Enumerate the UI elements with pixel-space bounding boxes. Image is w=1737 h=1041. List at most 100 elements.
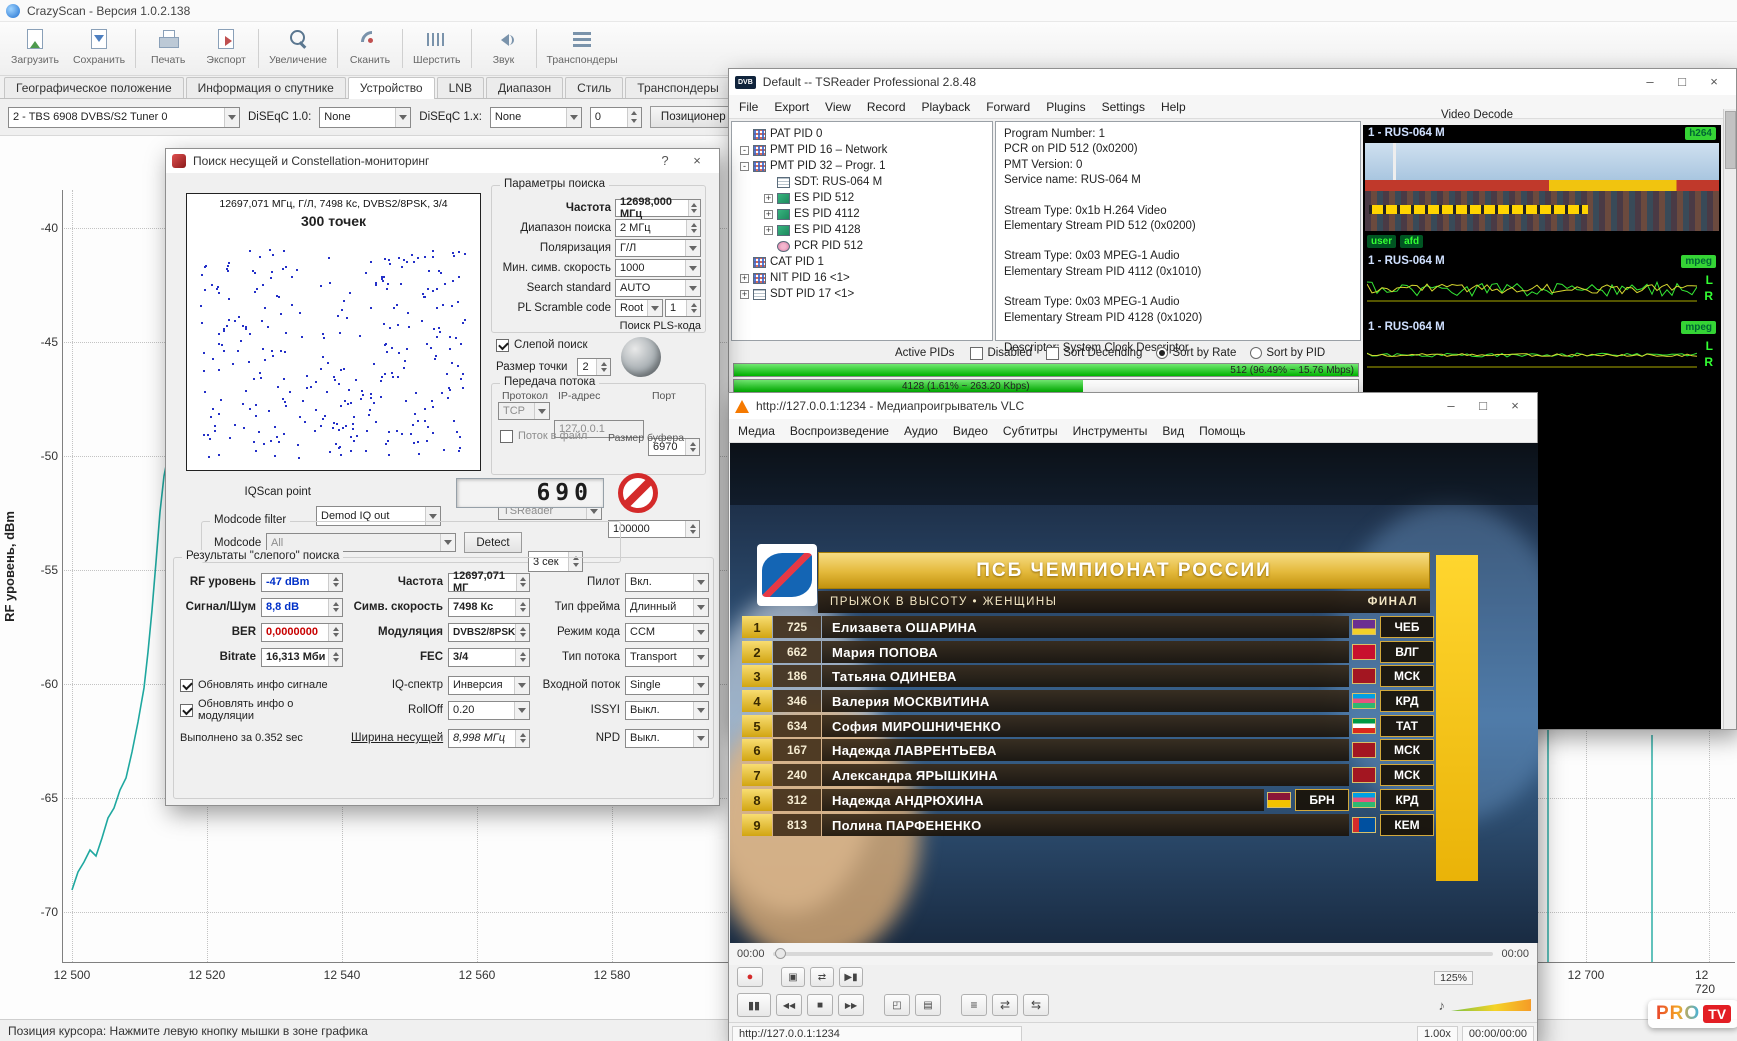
menu-settings[interactable]: Settings [1102, 100, 1145, 114]
tree-item[interactable]: -PMT PID 16 – Network [734, 142, 990, 158]
buffer-size-stepper[interactable]: 100000 [608, 520, 700, 538]
rolloff-select[interactable]: 0.20 [448, 701, 530, 720]
tab-transponders[interactable]: Транспондеры [625, 77, 730, 98]
toolbar-sound-button[interactable]: Звук [475, 23, 533, 74]
minimize-button[interactable]: – [1435, 394, 1467, 418]
dot-size-stepper[interactable]: 2 [577, 358, 611, 376]
frequency-stepper[interactable]: 12698,000 МГц [615, 199, 701, 217]
tree-item[interactable]: +SDT PID 17 <1> [734, 286, 990, 302]
next-button[interactable]: ▶▶ [838, 994, 864, 1016]
symbolrate-box[interactable]: 7498 Кс [448, 598, 530, 617]
frame-by-frame-button[interactable]: ▶▮ [839, 967, 863, 987]
loop-button[interactable]: ⇄ [992, 994, 1018, 1016]
npd-select[interactable]: Выкл. [625, 729, 709, 748]
update-signal-checkbox[interactable]: Обновлять инфо сигнале [180, 679, 343, 692]
menu-audio[interactable]: Аудио [904, 424, 938, 438]
snapshot-button[interactable]: ▣ [781, 967, 805, 987]
fullscreen-button[interactable]: ◰ [884, 994, 910, 1016]
minimize-button[interactable]: – [1634, 70, 1666, 94]
toolbar-load-button[interactable]: Загрузить [4, 23, 66, 74]
pls-code-stepper[interactable]: 1 [665, 299, 701, 317]
tab-range[interactable]: Диапазон [486, 77, 563, 98]
pls-mode-select[interactable]: Root [615, 299, 663, 317]
tab-geo-position[interactable]: Географическое положение [4, 77, 184, 98]
toolbar-comb-button[interactable]: Шерстить [406, 23, 468, 74]
menu-plugins[interactable]: Plugins [1046, 100, 1085, 114]
code-mode-select[interactable]: CCM [625, 623, 709, 642]
menu-view[interactable]: Вид [1162, 424, 1184, 438]
tree-item[interactable]: SDT: RUS-064 M [734, 174, 990, 190]
diseqc1x-select[interactable]: None [490, 107, 582, 128]
close-button[interactable]: × [681, 149, 713, 173]
tree-item[interactable]: +ES PID 512 [734, 190, 990, 206]
menu-video[interactable]: Видео [953, 424, 988, 438]
toolbar-export-button[interactable]: Экспорт [197, 23, 255, 74]
scrollbar-thumb[interactable] [1725, 111, 1736, 169]
frame-type-select[interactable]: Длинный [625, 598, 709, 617]
input-stream-select[interactable]: Single [625, 676, 709, 695]
disabled-checkbox[interactable]: Disabled [970, 347, 1032, 360]
menu-help[interactable]: Help [1161, 100, 1186, 114]
position-stepper[interactable]: 0 [590, 107, 642, 128]
expand-icon[interactable]: + [764, 226, 773, 235]
result-freq-box[interactable]: 12697,071 МГ [448, 573, 530, 592]
seek-handle[interactable] [775, 948, 786, 959]
maximize-button[interactable]: □ [1467, 394, 1499, 418]
tree-item[interactable]: +ES PID 4112 [734, 206, 990, 222]
ber-box[interactable]: 0,0000000 [261, 623, 343, 642]
tab-style[interactable]: Стиль [565, 77, 623, 98]
detect-button[interactable]: Detect [464, 532, 522, 553]
min-symbolrate-select[interactable]: 1000 [615, 259, 701, 277]
menu-playback[interactable]: Playback [922, 100, 971, 114]
polarization-select[interactable]: Г/Л [615, 239, 701, 257]
ab-loop-button[interactable]: ⇄ [810, 967, 834, 987]
iq-spectrum-select[interactable]: Инверсия [448, 676, 530, 695]
tree-item[interactable]: PAT PID 0 [734, 126, 990, 142]
expand-icon[interactable]: + [740, 274, 749, 283]
tree-item[interactable]: +ES PID 4128 [734, 222, 990, 238]
blind-search-checkbox[interactable]: Слепой поиск [496, 335, 587, 355]
menu-media[interactable]: Медиа [738, 424, 775, 438]
diseqc10-select[interactable]: None [319, 107, 411, 128]
close-button[interactable]: × [1698, 70, 1730, 94]
menu-subtitles[interactable]: Субтитры [1003, 424, 1058, 438]
playlist-button[interactable]: ≡ [961, 994, 987, 1016]
close-button[interactable]: × [1499, 394, 1531, 418]
tree-item[interactable]: +NIT PID 16 <1> [734, 270, 990, 286]
issyi-select[interactable]: Выкл. [625, 701, 709, 720]
modulation-box[interactable]: DVBS2/8PSK [448, 623, 530, 642]
toolbar-save-button[interactable]: Сохранить [66, 23, 132, 74]
sort-by-rate-radio[interactable]: Sort by Rate [1156, 347, 1236, 359]
tree-item[interactable]: CAT PID 1 [734, 254, 990, 270]
menu-tools[interactable]: Инструменты [1073, 424, 1148, 438]
sort-descending-checkbox[interactable]: Sort Decending [1046, 347, 1142, 360]
tab-satellite-info[interactable]: Информация о спутнике [186, 77, 346, 98]
playback-rate[interactable]: 1.00x [1417, 1026, 1458, 1041]
menu-help[interactable]: Помощь [1199, 424, 1245, 438]
stop-button[interactable]: ■ [807, 994, 833, 1016]
help-button[interactable]: ? [649, 149, 681, 173]
seek-slider[interactable] [773, 952, 1494, 956]
toolbar-zoom-button[interactable]: Увеличение [262, 23, 334, 74]
toolbar-print-button[interactable]: Печать [139, 23, 197, 74]
expand-icon[interactable]: + [740, 290, 749, 299]
scrollbar[interactable] [1723, 109, 1736, 729]
tree-item[interactable]: PCR PID 512 [734, 238, 990, 254]
tab-device[interactable]: Устройство [348, 77, 435, 99]
volume-icon[interactable]: ♪ [1439, 998, 1446, 1013]
menu-forward[interactable]: Forward [986, 100, 1030, 114]
update-modulation-checkbox[interactable]: Обновлять инфо о модуляции [180, 698, 343, 722]
volume-slider[interactable] [1451, 999, 1531, 1011]
menu-file[interactable]: File [739, 100, 758, 114]
bitrate-box[interactable]: 16,313 Мби [261, 648, 343, 667]
rf-level-box[interactable]: -47 dBm [261, 573, 343, 592]
carrier-width-box[interactable]: 8,998 МГц [448, 729, 530, 748]
search-standard-select[interactable]: AUTO [615, 279, 701, 297]
pls-search-link[interactable]: Поиск PLS-кода [620, 320, 701, 332]
pilot-select[interactable]: Вкл. [625, 573, 709, 592]
stream-type-select[interactable]: Transport [625, 648, 709, 667]
record-button[interactable]: ● [737, 967, 763, 987]
sort-by-pid-radio[interactable]: Sort by PID [1250, 347, 1325, 359]
carrier-width-link[interactable]: Ширина несущей [351, 732, 443, 744]
menu-view[interactable]: View [825, 100, 851, 114]
